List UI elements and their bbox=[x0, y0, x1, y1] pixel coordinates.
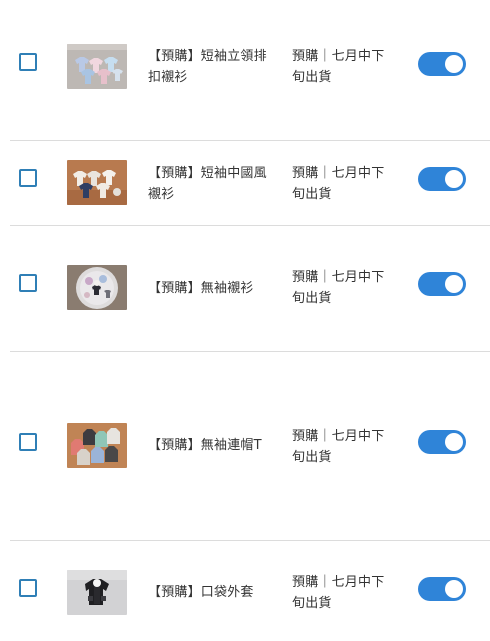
product-row: 【預購】無袖襯衫 預購｜七月中下旬出貨 bbox=[0, 226, 490, 351]
toggle-knob bbox=[445, 433, 463, 451]
row-select-checkbox[interactable] bbox=[19, 579, 37, 597]
product-status: 預購｜七月中下旬出貨 bbox=[292, 429, 385, 465]
jacket-photo-icon bbox=[67, 570, 127, 615]
product-row: 【預購】短袖立領排扣襯衫 預購｜七月中下旬出貨 bbox=[0, 0, 490, 140]
product-thumbnail bbox=[67, 423, 127, 468]
product-status: 預購｜七月中下旬出貨 bbox=[292, 575, 385, 611]
product-status: 預購｜七月中下旬出貨 bbox=[292, 49, 385, 85]
product-enabled-toggle[interactable] bbox=[418, 577, 466, 601]
product-enabled-toggle[interactable] bbox=[418, 52, 466, 76]
shirts-on-wood-photo-icon bbox=[67, 160, 127, 205]
product-name: 【預購】無袖襯衫 bbox=[148, 281, 254, 296]
product-enabled-toggle[interactable] bbox=[418, 167, 466, 191]
row-select-checkbox[interactable] bbox=[19, 53, 37, 71]
product-status: 預購｜七月中下旬出貨 bbox=[292, 270, 385, 306]
product-enabled-toggle[interactable] bbox=[418, 272, 466, 296]
product-thumbnail bbox=[67, 570, 127, 615]
shirts-on-grey-photo-icon bbox=[67, 44, 127, 89]
product-name: 【預購】口袋外套 bbox=[148, 585, 254, 600]
product-enabled-toggle[interactable] bbox=[418, 430, 466, 454]
toggle-knob bbox=[445, 275, 463, 293]
product-name: 【預購】短袖立領排扣襯衫 bbox=[148, 49, 267, 85]
product-row: 【預購】短袖中國風襯衫 預購｜七月中下旬出貨 bbox=[0, 141, 490, 225]
toggle-knob bbox=[445, 55, 463, 73]
product-status: 預購｜七月中下旬出貨 bbox=[292, 166, 385, 202]
product-thumbnail bbox=[67, 265, 127, 310]
product-thumbnail bbox=[67, 44, 127, 89]
product-name: 【預購】無袖連帽T bbox=[148, 438, 262, 453]
toggle-knob bbox=[445, 170, 463, 188]
row-select-checkbox[interactable] bbox=[19, 169, 37, 187]
plate-photo-icon bbox=[67, 265, 127, 310]
product-row: 【預購】口袋外套 預購｜七月中下旬出貨 bbox=[0, 541, 490, 641]
row-select-checkbox[interactable] bbox=[19, 274, 37, 292]
toggle-knob bbox=[445, 580, 463, 598]
hoodies-on-wood-photo-icon bbox=[67, 423, 127, 468]
product-thumbnail bbox=[67, 160, 127, 205]
product-name: 【預購】短袖中國風襯衫 bbox=[148, 166, 267, 202]
row-select-checkbox[interactable] bbox=[19, 433, 37, 451]
product-row: 【預購】無袖連帽T 預購｜七月中下旬出貨 bbox=[0, 352, 490, 540]
